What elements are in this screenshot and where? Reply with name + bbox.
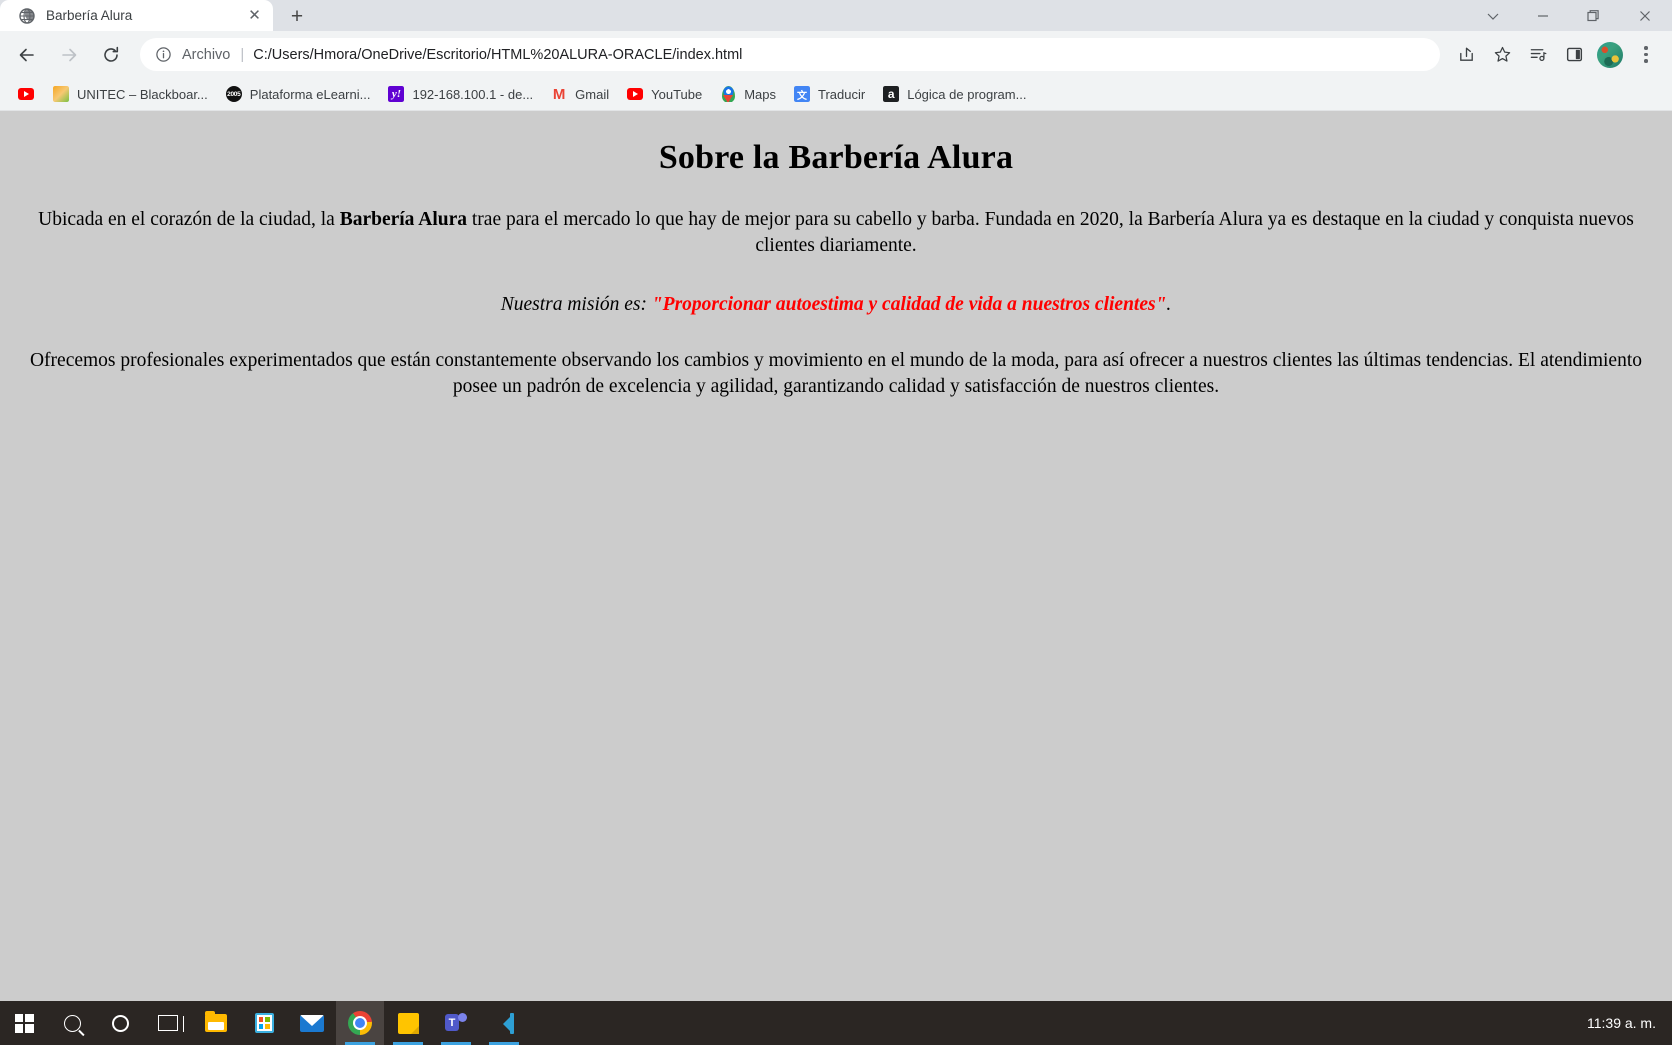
translate-icon: 文 (794, 86, 811, 102)
chrome-button[interactable] (336, 1001, 384, 1045)
youtube-icon (18, 86, 34, 102)
cortana-circle-icon (111, 1014, 129, 1032)
file-explorer-button[interactable] (192, 1001, 240, 1045)
tab-title: Barbería Alura (46, 8, 133, 23)
tab-strip: Barbería Alura ✕ + (0, 0, 1672, 31)
new-tab-button[interactable]: + (281, 2, 313, 31)
window-close-button[interactable] (1618, 0, 1672, 31)
reading-list-icon[interactable] (1521, 38, 1555, 72)
tab-barberia-alura[interactable]: Barbería Alura ✕ (0, 0, 273, 31)
tab-close-icon[interactable]: ✕ (245, 6, 264, 25)
bookmark-item-maps[interactable]: Maps (712, 81, 784, 107)
minimize-button[interactable] (1518, 0, 1568, 31)
bookmark-label: Plataforma eLearni... (249, 86, 371, 102)
chrome-icon (348, 1011, 372, 1035)
taskbar-clock[interactable]: 11:39 a. m. (1587, 1001, 1656, 1045)
info-circle-icon[interactable] (154, 46, 172, 64)
bookmark-item-youtube[interactable]: YouTube (619, 81, 710, 107)
address-bar[interactable]: Archivo | C:/Users/Hmora/OneDrive/Escrit… (140, 38, 1440, 71)
window-controls (1468, 0, 1672, 31)
chevron-down-icon[interactable] (1468, 0, 1518, 31)
search-button[interactable] (48, 1001, 96, 1045)
profile-avatar[interactable] (1593, 38, 1627, 72)
windows-taskbar: T 11:39 a. m. (0, 1001, 1672, 1045)
badge-2005-icon: 2005 (225, 86, 242, 102)
teams-icon: T (445, 1013, 467, 1033)
pencil-icon (53, 86, 69, 102)
bookmark-item-traducir[interactable]: 文 Traducir (786, 81, 873, 107)
page-viewport: Sobre la Barbería Alura Ubicada en el co… (0, 111, 1672, 1001)
page-content: Sobre la Barbería Alura Ubicada en el co… (0, 139, 1672, 401)
bookmark-item-gmail[interactable]: M Gmail (543, 81, 617, 107)
gmail-icon: M (552, 86, 566, 102)
bookmark-label: Traducir (818, 86, 866, 102)
youtube-icon (627, 86, 644, 102)
vscode-button[interactable] (480, 1001, 528, 1045)
vscode-icon (493, 1012, 515, 1034)
bookmark-label: 192-168.100.1 - de... (412, 86, 534, 102)
share-icon[interactable] (1449, 38, 1483, 72)
chrome-menu-icon[interactable] (1629, 38, 1663, 72)
teams-button[interactable]: T (432, 1001, 480, 1045)
bookmark-item-logica-de-programacion[interactable]: a Lógica de program... (875, 81, 1034, 107)
bookmark-item-router[interactable]: y! 192-168.100.1 - de... (380, 81, 541, 107)
paragraph-about: Ubicada en el corazón de la ciudad, la B… (8, 207, 1664, 260)
bookmark-label: Gmail (575, 86, 610, 102)
bookmark-label: Maps (744, 86, 777, 102)
brand-name-bold: Barbería Alura (339, 209, 467, 230)
yahoo-icon: y! (388, 86, 405, 102)
alura-icon: a (883, 86, 900, 102)
bookmarks-bar: UNITEC – Blackboar... 2005 Plataforma eL… (0, 78, 1672, 111)
browser-toolbar: Archivo | C:/Users/Hmora/OneDrive/Escrit… (0, 31, 1672, 78)
maps-pin-icon (720, 86, 736, 102)
bookmark-star-icon[interactable] (1485, 38, 1519, 72)
address-url-text[interactable]: C:/Users/Hmora/OneDrive/Escritorio/HTML%… (253, 47, 1426, 63)
microsoft-store-button[interactable] (240, 1001, 288, 1045)
bookmark-label: YouTube (651, 86, 703, 102)
kebab-dots (1644, 46, 1648, 63)
task-view-icon (158, 1015, 184, 1032)
forward-button[interactable] (51, 37, 87, 73)
avatar (1597, 41, 1623, 68)
paragraph-mission: Nuestra misión es: "Proporcionar autoest… (8, 292, 1664, 318)
browser-window: Barbería Alura ✕ + Archivo | C:/Users/Hm… (0, 0, 1672, 1045)
microsoft-store-icon (254, 1013, 274, 1033)
bookmark-label: UNITEC – Blackboar... (77, 86, 208, 102)
sticky-notes-button[interactable] (384, 1001, 432, 1045)
side-panel-icon[interactable] (1557, 38, 1591, 72)
mail-button[interactable] (288, 1001, 336, 1045)
bookmark-item-unitec[interactable]: UNITEC – Blackboar... (45, 81, 216, 107)
mission-quote: "Proporcionar autoestima y calidad de vi… (651, 293, 1167, 315)
address-separator: | (240, 46, 245, 63)
mission-period: . (1166, 293, 1172, 315)
globe-icon (18, 7, 35, 24)
bookmark-item-youtube-shortcut[interactable] (9, 81, 43, 107)
bookmark-label: Lógica de program... (907, 86, 1027, 102)
paragraph-about-after: trae para el mercado lo que hay de mejor… (467, 209, 1634, 257)
maximize-restore-button[interactable] (1568, 0, 1618, 31)
windows-logo-icon (14, 1013, 34, 1033)
cortana-button[interactable] (96, 1001, 144, 1045)
back-button[interactable] (9, 37, 45, 73)
reload-button[interactable] (93, 37, 129, 73)
bookmark-item-plataforma-elearning[interactable]: 2005 Plataforma eLearni... (218, 81, 379, 107)
task-view-button[interactable] (144, 1001, 192, 1045)
file-explorer-icon (205, 1011, 227, 1032)
paragraph-about-before: Ubicada en el corazón de la ciudad, la (38, 209, 340, 230)
search-icon (63, 1014, 81, 1032)
paragraph-professionals: Ofrecemos profesionales experimentados q… (29, 349, 1643, 398)
page-title: Sobre la Barbería Alura (658, 139, 1014, 176)
sticky-notes-icon (397, 1012, 419, 1034)
address-scheme-label: Archivo (182, 46, 231, 63)
mail-icon (300, 1014, 324, 1032)
mission-intro: Nuestra misión es: (500, 293, 652, 315)
start-button[interactable] (0, 1001, 48, 1045)
